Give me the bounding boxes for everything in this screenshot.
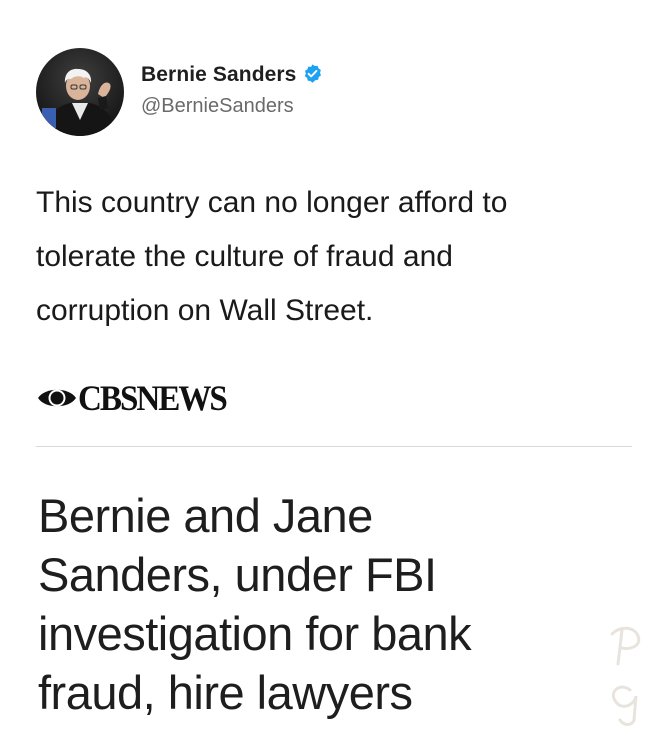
- news-headline[interactable]: Bernie and Jane Sanders, under FBI inves…: [38, 486, 618, 722]
- cbs-wordmark: CBSNEWS: [78, 378, 228, 418]
- display-name-text: Bernie Sanders: [141, 63, 297, 86]
- headline-line: Sanders, under FBI: [38, 548, 437, 601]
- tweet-text-line: corruption on Wall Street.: [36, 294, 374, 327]
- headline-line: investigation for bank: [38, 607, 472, 660]
- verified-badge-icon: [305, 64, 322, 83]
- headline-line: Bernie and Jane: [38, 489, 373, 542]
- tweet-text-line: tolerate the culture of fraud and: [36, 240, 453, 273]
- avatar[interactable]: [36, 48, 124, 136]
- divider: [36, 446, 632, 447]
- tweet-text: This country can no longer afford to tol…: [36, 176, 626, 338]
- user-handle[interactable]: @BernieSanders: [141, 95, 294, 118]
- cbs-news-logo[interactable]: CBSNEWS: [36, 376, 239, 420]
- cbs-eye-icon: [38, 389, 76, 407]
- watermark-icon: [610, 626, 641, 726]
- tweet-header: Bernie Sanders @BernieSanders: [36, 48, 596, 138]
- headline-line: fraud, hire lawyers: [38, 666, 413, 719]
- profile-photo-icon: [42, 68, 116, 136]
- tweet-text-line: This country can no longer afford to: [36, 186, 508, 219]
- display-name[interactable]: Bernie Sanders: [141, 63, 323, 87]
